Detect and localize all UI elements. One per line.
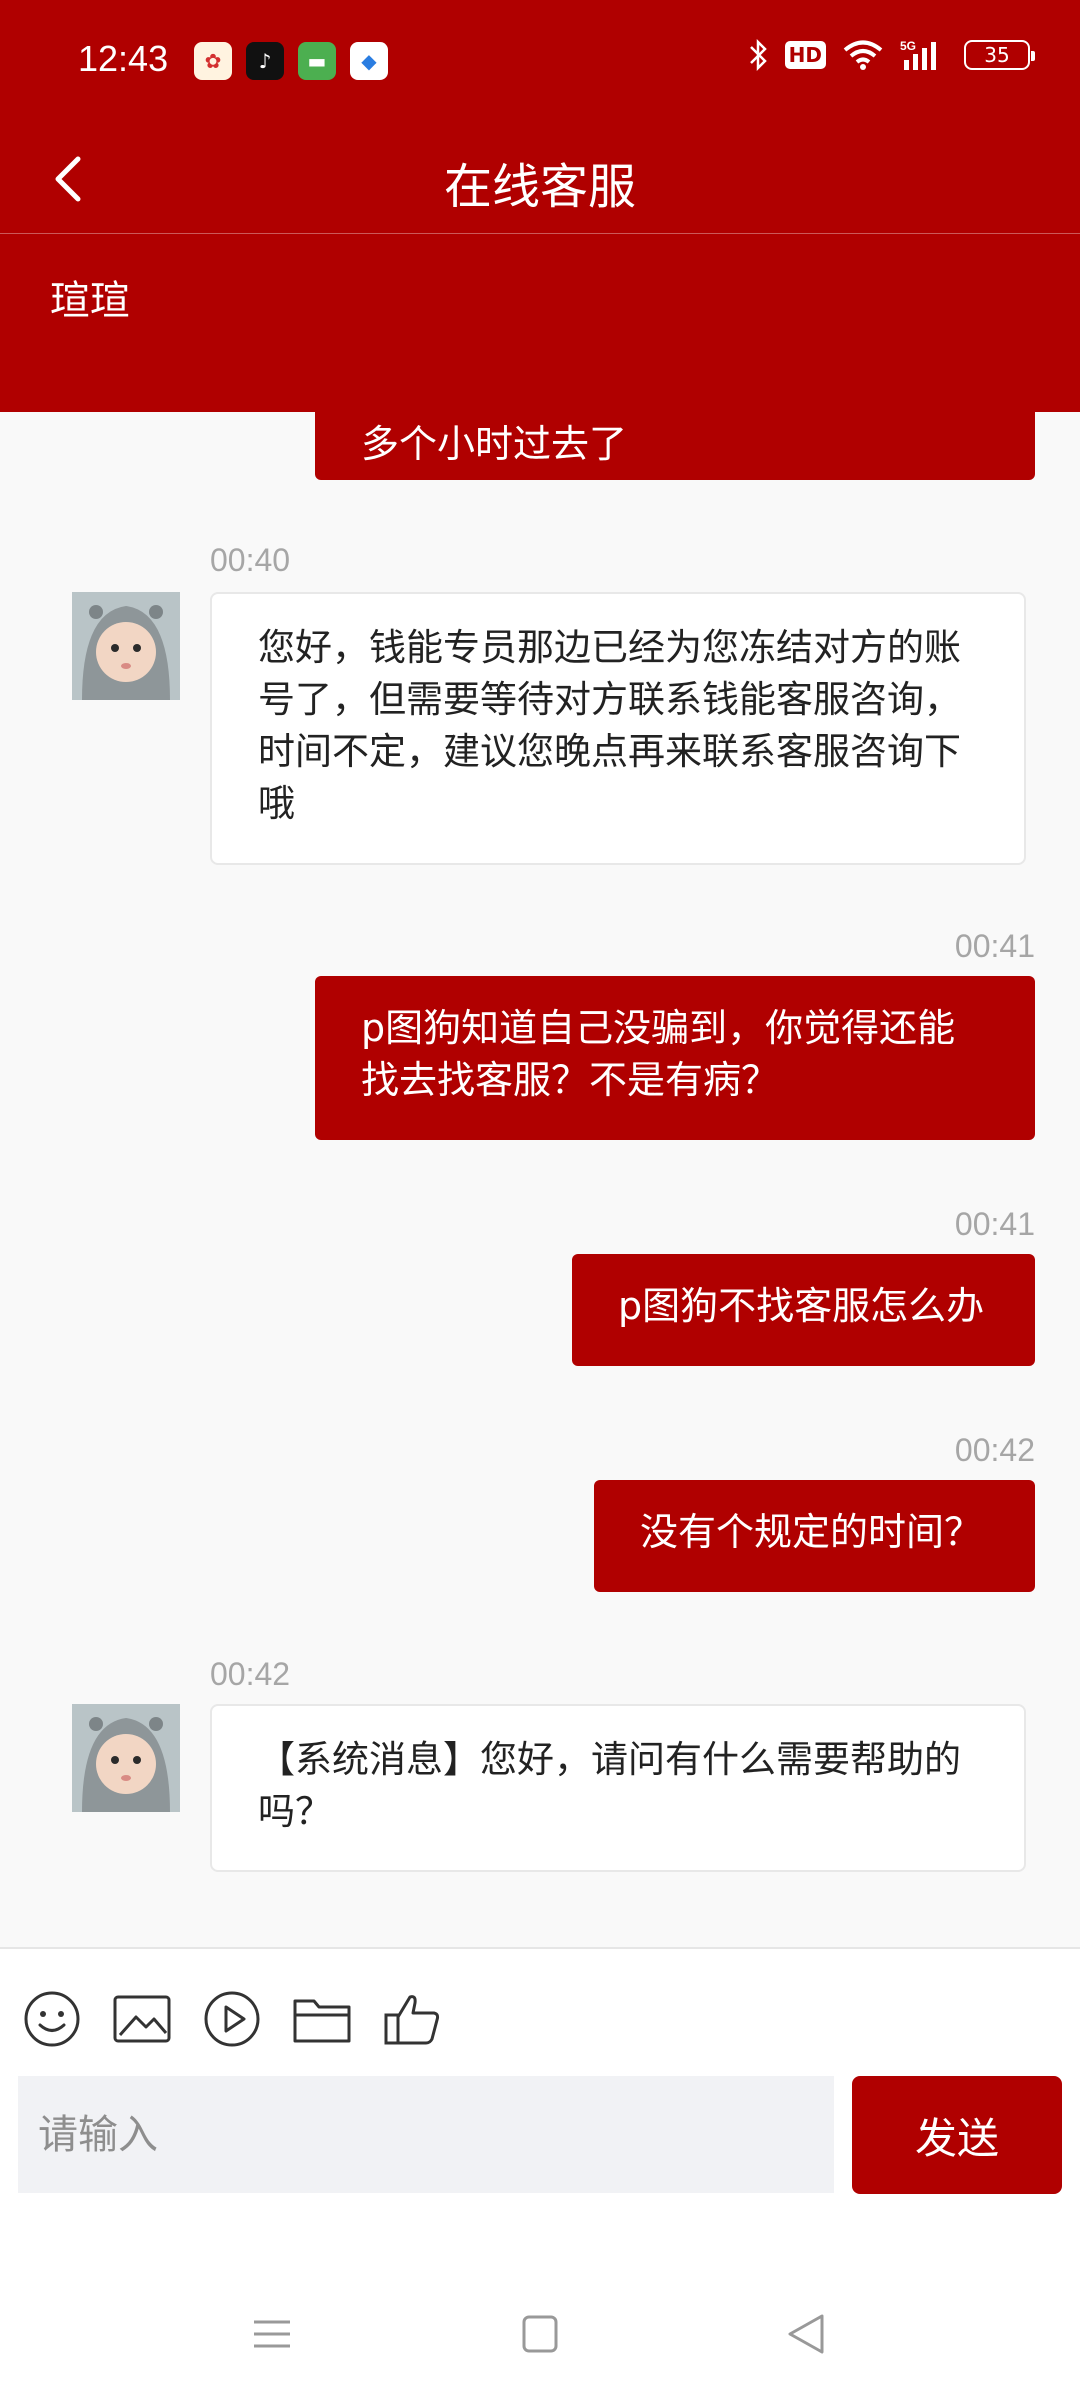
tiktok-icon: ♪ [246,42,284,80]
app-notification-icon: ✿ [194,42,232,80]
hd-icon: HD [784,41,826,69]
messages-icon: ▬ [298,42,336,80]
battery-icon: 35 [964,40,1035,70]
header-area: 12:43 ✿ ♪ ▬ ◆ HD 5G 35 在线客服 瑄瑄 [0,0,1080,412]
agent-avatar[interactable] [72,1704,180,1812]
message-bubble-outgoing[interactable]: p图狗知道自己没骗到，你觉得还能找去找客服？不是有病？ [315,976,1035,1140]
message-time: 00:42 [210,1656,291,1692]
message-bubble-outgoing[interactable]: 没有个规定的时间？ [594,1480,1035,1592]
agent-avatar[interactable] [72,592,180,700]
wifi-icon [842,39,884,71]
thumbs-up-icon [384,1995,440,2045]
message-input[interactable] [18,2076,834,2193]
system-navigation-bar [0,2282,1080,2392]
bluetooth-icon [747,38,769,72]
composer-toolbar [22,1989,442,2049]
message-time: 00:40 [210,542,291,578]
notification-app-icons: ✿ ♪ ▬ ◆ [194,42,388,80]
emoji-button[interactable] [22,1989,82,2049]
like-button[interactable] [382,1989,442,2049]
image-button[interactable] [112,1989,172,2049]
browser-icon: ◆ [350,42,388,80]
file-button[interactable] [292,1989,352,2049]
message-time: 00:41 [954,928,1035,964]
baby-avatar-icon [72,592,180,700]
message-text: p图狗不找客服怎么办 [618,1284,985,1328]
folder-icon [293,1999,351,2043]
message-text: 您好，钱能专员那边已经为您冻结对方的账号了，但需要等待对方联系钱能客服咨询，时间… [258,626,961,825]
nav-bar: 在线客服 [0,125,1080,233]
message-time: 00:41 [954,1206,1035,1242]
message-bubble-outgoing[interactable]: p图狗不找客服怎么办 [572,1254,1035,1366]
agent-name: 瑄瑄 [50,278,130,324]
message-text: 【系统消息】您好，请问有什么需要帮助的吗？ [258,1738,961,1833]
triangle-back-icon [788,2314,824,2354]
video-icon [204,1991,260,2047]
image-icon [113,1995,171,2043]
emoji-icon [24,1991,80,2047]
cellular-signal-icon: 5G [900,38,948,72]
status-time: 12:43 [78,38,169,79]
chat-message-list[interactable]: 多个小时过去了 00:40 您好，钱能专员那边已经为您冻结对方的账号了，但需要等… [0,412,1080,1947]
svg-text:5G: 5G [900,39,916,53]
message-text: 多个小时过去了 [361,422,628,466]
status-bar: 12:43 ✿ ♪ ▬ ◆ HD 5G 35 [0,0,1080,125]
message-time: 00:42 [954,1432,1035,1468]
message-composer: 发送 [0,1947,1080,2400]
baby-avatar-icon [72,1704,180,1812]
header-divider [0,233,1080,234]
page-title: 在线客服 [443,159,636,215]
system-back-button[interactable] [776,2304,836,2364]
menu-icon [254,2320,290,2348]
send-button[interactable]: 发送 [852,2076,1062,2194]
message-bubble-outgoing[interactable]: 多个小时过去了 [315,412,1035,480]
battery-level: 35 [984,43,1010,67]
video-button[interactable] [202,1989,262,2049]
message-bubble-incoming[interactable]: 【系统消息】您好，请问有什么需要帮助的吗？ [210,1704,1026,1872]
message-bubble-incoming[interactable]: 您好，钱能专员那边已经为您冻结对方的账号了，但需要等待对方联系钱能客服咨询，时间… [210,592,1026,865]
square-home-icon [522,2315,558,2353]
message-text: p图狗知道自己没骗到，你觉得还能找去找客服？不是有病？ [361,1006,956,1102]
status-indicators: HD 5G 35 [747,38,1035,72]
menu-button[interactable] [242,2304,302,2364]
home-button[interactable] [510,2304,570,2364]
message-text: 没有个规定的时间？ [640,1510,983,1554]
